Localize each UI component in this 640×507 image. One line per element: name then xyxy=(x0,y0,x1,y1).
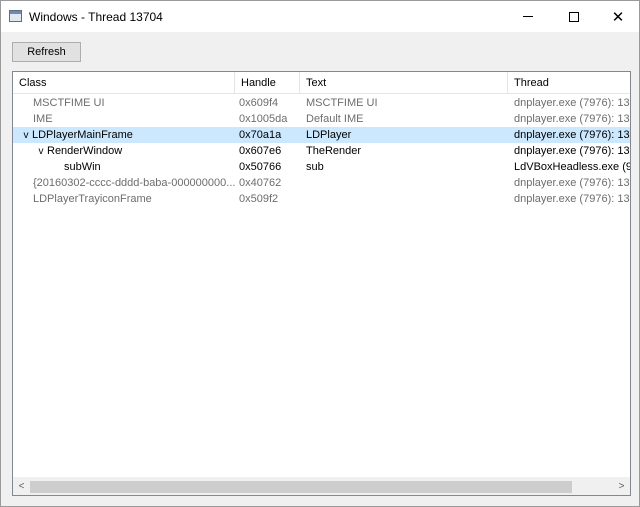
row-thread: dnplayer.exe (7976): 137 xyxy=(514,97,630,109)
row-class: RenderWindow xyxy=(47,145,123,157)
tree-row[interactable]: MSCTFIME UI 0x609f4 MSCTFIME UI dnplayer… xyxy=(13,95,630,111)
tree-row[interactable]: v RenderWindow 0x607e6 TheRender dnplayer… xyxy=(13,143,631,159)
row-thread: LdVBoxHeadless.exe (998 xyxy=(514,161,630,173)
maximize-icon xyxy=(569,11,579,22)
expanded-chevron-icon[interactable]: v xyxy=(20,128,32,143)
column-header-class[interactable]: Class xyxy=(13,72,235,94)
tree-row[interactable]: IME 0x1005da Default IME dnplayer.exe (7… xyxy=(13,111,630,127)
tree-row-selected[interactable]: v LDPlayerMainFrame 0x70a1a LDPlayer dnpl… xyxy=(13,127,630,143)
column-header: Class Handle Text Thread xyxy=(13,72,630,94)
horizontal-scrollbar[interactable]: < > xyxy=(13,477,630,495)
row-class-cell: v LDPlayerMainFrame xyxy=(13,127,235,143)
row-handle: 0x607e6 xyxy=(239,145,282,157)
row-text: LDPlayer xyxy=(306,129,352,141)
row-class: IME xyxy=(33,113,53,125)
row-handle: 0x1005da xyxy=(239,113,288,125)
refresh-button[interactable]: Refresh xyxy=(12,42,81,62)
row-thread: dnplayer.exe (7976): 137 xyxy=(514,145,630,157)
row-handle: 0x609f4 xyxy=(239,97,279,109)
tree-row[interactable]: subWin 0x50766 sub LdVBoxHeadless.exe (9… xyxy=(13,159,630,175)
row-handle: 0x70a1a xyxy=(239,129,282,141)
scrollbar-thumb[interactable] xyxy=(30,481,572,493)
maximize-button[interactable] xyxy=(551,1,597,32)
row-text: MSCTFIME UI xyxy=(306,97,378,109)
row-handle: 0x509f2 xyxy=(239,193,279,205)
column-header-text[interactable]: Text xyxy=(300,72,508,94)
minimize-icon xyxy=(523,16,533,17)
close-icon: ✕ xyxy=(611,8,625,26)
row-text: Default IME xyxy=(306,113,364,125)
row-class: LDPlayerMainFrame xyxy=(32,129,133,141)
tree-row[interactable]: {20160302-cccc-dddd-baba-000000000... 0x… xyxy=(13,175,630,191)
row-class: {20160302-cccc-dddd-baba-000000000... xyxy=(33,177,235,189)
row-handle: 0x50766 xyxy=(239,161,282,173)
row-text: sub xyxy=(306,161,324,173)
window-title: Windows - Thread 13704 xyxy=(29,10,163,24)
row-text xyxy=(306,175,506,191)
windows-thread-window: Windows - Thread 13704 ✕ Refresh Class H… xyxy=(0,0,640,507)
close-button[interactable]: ✕ xyxy=(595,1,640,32)
row-thread: dnplayer.exe (7976): 137 xyxy=(514,113,630,125)
scroll-right-icon[interactable]: > xyxy=(613,478,630,495)
row-handle: 0x40762 xyxy=(239,177,282,189)
row-class-cell: v RenderWindow xyxy=(13,143,235,159)
window-app-icon xyxy=(9,10,22,22)
row-thread: dnplayer.exe (7976): 137 xyxy=(514,177,630,189)
row-class: MSCTFIME UI xyxy=(33,97,105,109)
row-thread: dnplayer.exe (7976): 137 xyxy=(514,129,630,141)
column-header-thread[interactable]: Thread xyxy=(508,72,630,94)
row-text xyxy=(306,191,506,207)
expanded-chevron-icon[interactable]: v xyxy=(35,144,47,159)
row-thread: dnplayer.exe (7976): 137 xyxy=(514,193,630,205)
row-text: TheRender xyxy=(306,145,362,157)
row-class: LDPlayerTrayiconFrame xyxy=(33,193,152,205)
tree-row[interactable]: LDPlayerTrayiconFrame 0x509f2 dnplayer.e… xyxy=(13,191,630,207)
row-class: subWin xyxy=(64,161,101,173)
scroll-left-icon[interactable]: < xyxy=(13,478,30,495)
title-bar: Windows - Thread 13704 ✕ xyxy=(1,1,639,32)
minimize-button[interactable] xyxy=(505,1,551,32)
column-header-handle[interactable]: Handle xyxy=(235,72,300,94)
windows-tree-view[interactable]: Class Handle Text Thread MSCTFIME UI 0x6… xyxy=(12,71,631,496)
tree-rows: MSCTFIME UI 0x609f4 MSCTFIME UI dnplayer… xyxy=(13,95,630,207)
